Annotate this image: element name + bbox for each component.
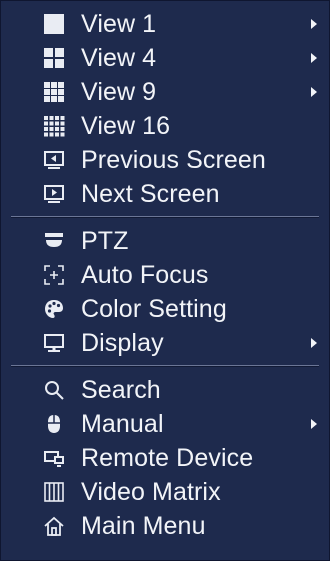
menu-item-manual[interactable]: Manual <box>1 407 329 441</box>
remote-device-icon <box>43 447 65 469</box>
menu-separator <box>11 216 319 218</box>
video-matrix-icon <box>43 481 65 503</box>
menu-item-label: Display <box>81 328 164 357</box>
search-icon <box>43 379 65 401</box>
menu-item-view-9[interactable]: View 9 <box>1 75 329 109</box>
menu-separator <box>11 365 319 367</box>
menu-item-label: Video Matrix <box>81 477 221 506</box>
menu-item-auto-focus[interactable]: Auto Focus <box>1 258 329 292</box>
next-screen-icon <box>43 183 65 205</box>
menu-item-ptz[interactable]: PTZ <box>1 224 329 258</box>
context-menu: View 1 View 4 View 9 View 16 Previous Sc… <box>0 0 330 561</box>
menu-item-next-screen[interactable]: Next Screen <box>1 177 329 211</box>
home-icon <box>43 515 65 537</box>
display-monitor-icon <box>43 332 65 354</box>
menu-item-main-menu[interactable]: Main Menu <box>1 509 329 543</box>
view-1-icon <box>43 13 65 35</box>
view-9-icon <box>43 81 65 103</box>
menu-item-label: View 16 <box>81 111 171 140</box>
menu-item-previous-screen[interactable]: Previous Screen <box>1 143 329 177</box>
color-palette-icon <box>43 298 65 320</box>
submenu-arrow-icon <box>311 338 317 348</box>
menu-item-label: Search <box>81 375 161 404</box>
menu-item-search[interactable]: Search <box>1 373 329 407</box>
menu-item-label: Next Screen <box>81 179 220 208</box>
menu-item-label: Auto Focus <box>81 260 209 289</box>
manual-mouse-icon <box>43 413 65 435</box>
menu-item-label: PTZ <box>81 226 129 255</box>
menu-item-label: Color Setting <box>81 294 227 323</box>
submenu-arrow-icon <box>311 19 317 29</box>
menu-item-label: Remote Device <box>81 443 254 472</box>
menu-item-video-matrix[interactable]: Video Matrix <box>1 475 329 509</box>
menu-item-view-16[interactable]: View 16 <box>1 109 329 143</box>
menu-item-display[interactable]: Display <box>1 326 329 360</box>
submenu-arrow-icon <box>311 419 317 429</box>
menu-group-camera: PTZ Auto Focus Color Setting Display <box>1 224 329 360</box>
menu-item-label: Previous Screen <box>81 145 266 174</box>
ptz-icon <box>43 230 65 252</box>
menu-item-view-1[interactable]: View 1 <box>1 7 329 41</box>
menu-item-label: View 4 <box>81 43 157 72</box>
menu-item-remote-device[interactable]: Remote Device <box>1 441 329 475</box>
menu-item-label: View 1 <box>81 9 157 38</box>
menu-group-tools: Search Manual Remote Device Video Matrix… <box>1 373 329 543</box>
auto-focus-icon <box>43 264 65 286</box>
menu-item-label: View 9 <box>81 77 157 106</box>
view-4-icon <box>43 47 65 69</box>
menu-item-label: Manual <box>81 409 164 438</box>
view-16-icon <box>43 115 65 137</box>
menu-item-color-setting[interactable]: Color Setting <box>1 292 329 326</box>
menu-item-label: Main Menu <box>81 511 206 540</box>
submenu-arrow-icon <box>311 53 317 63</box>
previous-screen-icon <box>43 149 65 171</box>
submenu-arrow-icon <box>311 87 317 97</box>
menu-item-view-4[interactable]: View 4 <box>1 41 329 75</box>
menu-group-views: View 1 View 4 View 9 View 16 Previous Sc… <box>1 7 329 211</box>
